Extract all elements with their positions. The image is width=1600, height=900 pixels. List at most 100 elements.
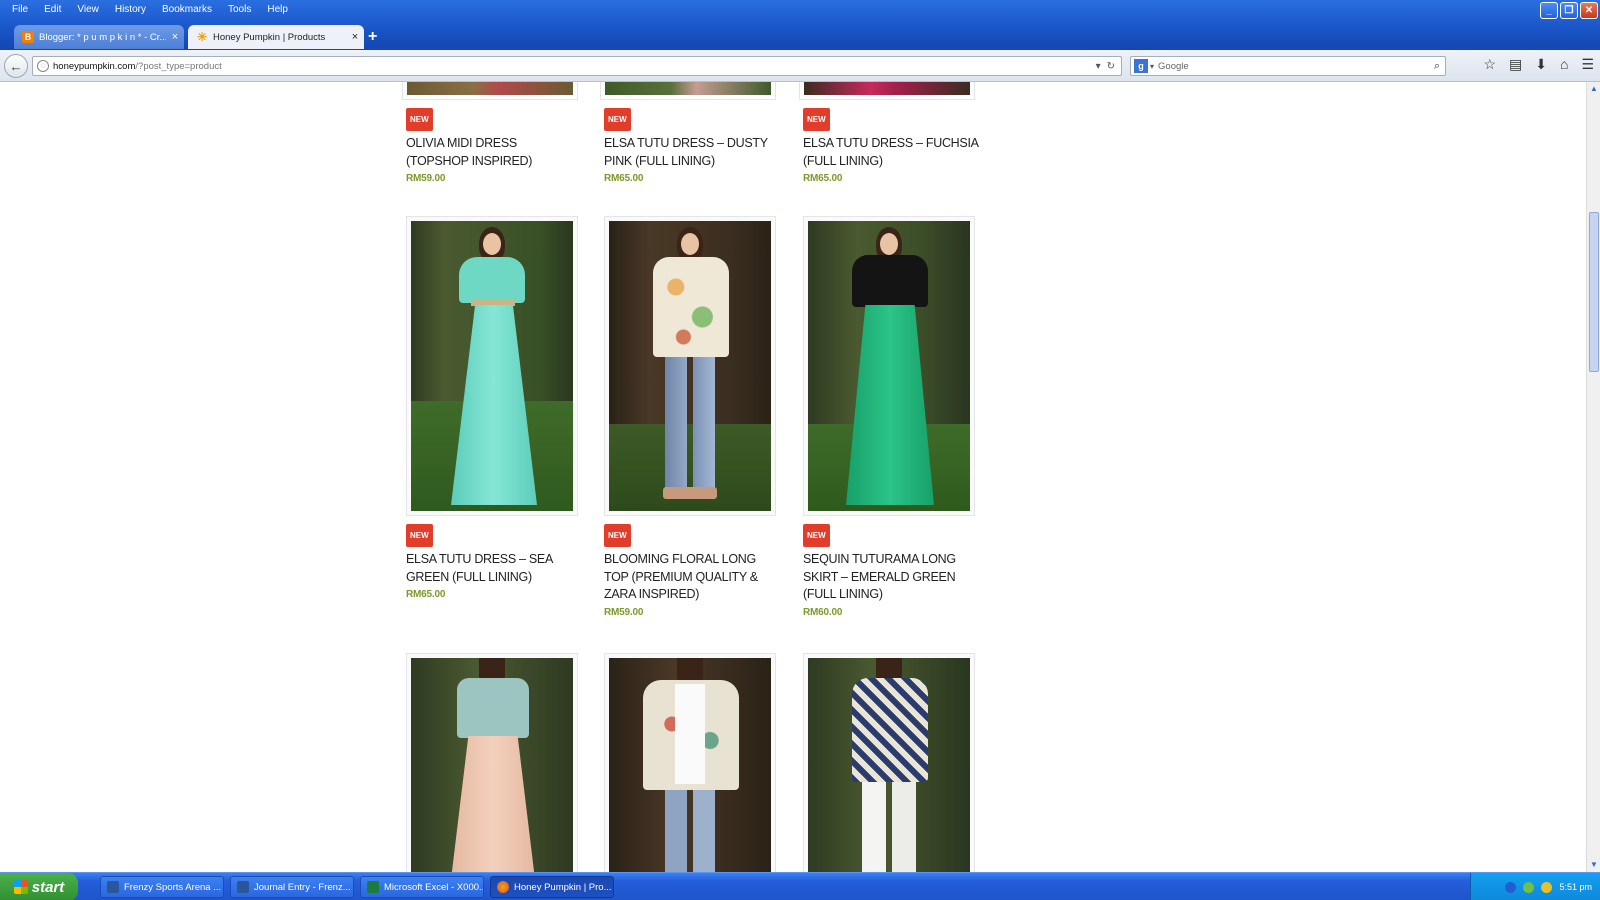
home-icon[interactable]: ⌂ xyxy=(1560,56,1568,73)
menu-tools[interactable]: Tools xyxy=(220,2,259,18)
navigation-toolbar: ← ◌ honeypumpkin.com/?post_type=product … xyxy=(0,50,1600,82)
product-photo-emerald-skirt[interactable] xyxy=(808,221,970,511)
taskbar-item-journal[interactable]: Journal Entry - Frenz... xyxy=(230,876,354,898)
tab-title: Blogger: * p u m p k i n * - Cr... xyxy=(39,31,166,43)
product-photo-printed-blouse[interactable] xyxy=(808,658,970,872)
network-icon[interactable] xyxy=(1505,881,1517,893)
product-image-frame[interactable] xyxy=(406,653,578,872)
product-title[interactable]: SEQUIN TUTURAMA LONG SKIRT – EMERALD GRE… xyxy=(803,551,978,604)
menu-bookmarks[interactable]: Bookmarks xyxy=(154,2,220,18)
menu-view[interactable]: View xyxy=(69,2,107,18)
hamburger-menu-icon[interactable]: ☰ xyxy=(1581,56,1594,73)
vertical-scrollbar[interactable]: ▲ ▼ xyxy=(1586,82,1600,872)
task-label: Frenzy Sports Arena ... xyxy=(124,881,222,893)
product-image-partial[interactable] xyxy=(799,82,975,100)
product-card[interactable]: NEW ELSA TUTU DRESS – DUSTY PINK (FULL L… xyxy=(604,100,779,184)
window-controls: _ ❐ ✕ xyxy=(1540,2,1598,19)
product-card[interactable]: NEW ELSA TUTU DRESS – FUCHSIA (FULL LINI… xyxy=(803,100,978,184)
product-price: RM65.00 xyxy=(803,173,843,184)
star-icon[interactable]: ☆ xyxy=(1483,56,1496,73)
globe-icon: ◌ xyxy=(37,60,49,72)
address-bar[interactable]: ◌ honeypumpkin.com/?post_type=product ▾ … xyxy=(32,56,1122,76)
menu-history[interactable]: History xyxy=(107,2,154,18)
product-title[interactable]: OLIVIA MIDI DRESS (TOPSHOP INSPIRED) xyxy=(406,135,581,170)
new-badge: NEW xyxy=(604,524,631,547)
product-image-frame[interactable] xyxy=(803,653,975,872)
product-title[interactable]: ELSA TUTU DRESS – FUCHSIA (FULL LINING) xyxy=(803,135,978,170)
scroll-down-icon[interactable]: ▼ xyxy=(1587,858,1600,872)
new-badge: NEW xyxy=(803,108,830,131)
browser-titlebar: File Edit View History Bookmarks Tools H… xyxy=(0,0,1600,50)
product-photo-sea-green-dress[interactable] xyxy=(411,221,573,511)
product-photo-peach-skirt[interactable] xyxy=(411,658,573,872)
product-title[interactable]: ELSA TUTU DRESS – SEA GREEN (FULL LINING… xyxy=(406,551,581,586)
product-image-frame[interactable] xyxy=(604,653,776,872)
taskbar-item-excel[interactable]: Microsoft Excel - X000... xyxy=(360,876,484,898)
scroll-up-icon[interactable]: ▲ xyxy=(1587,82,1600,96)
tab-title: Honey Pumpkin | Products xyxy=(213,31,326,43)
url-text[interactable]: honeypumpkin.com/?post_type=product xyxy=(53,61,1096,72)
back-arrow-icon[interactable]: ← xyxy=(4,54,28,78)
product-image-frame[interactable] xyxy=(604,216,776,516)
document-icon xyxy=(107,881,119,893)
taskbar-item-firefox[interactable]: Honey Pumpkin | Pro... xyxy=(490,876,614,898)
restore-button[interactable]: ❐ xyxy=(1560,2,1578,19)
start-label: start xyxy=(31,878,65,896)
system-tray: 5:51 pm xyxy=(1470,873,1600,900)
tab-blogger[interactable]: B Blogger: * p u m p k i n * - Cr... × xyxy=(14,25,184,49)
product-image-partial[interactable] xyxy=(402,82,578,100)
firefox-icon xyxy=(497,881,509,893)
product-image-frame[interactable] xyxy=(803,216,975,516)
product-card[interactable]: NEW ELSA TUTU DRESS – SEA GREEN (FULL LI… xyxy=(406,216,581,600)
menu-bar: File Edit View History Bookmarks Tools H… xyxy=(4,2,296,18)
close-tab-icon[interactable]: × xyxy=(166,31,184,43)
taskbar-item-frenzy[interactable]: Frenzy Sports Arena ... xyxy=(100,876,224,898)
reload-icon[interactable]: ↻ xyxy=(1107,61,1115,72)
new-tab-button[interactable]: + xyxy=(368,28,377,46)
windows-logo-icon xyxy=(13,880,28,894)
menu-file[interactable]: File xyxy=(4,2,36,18)
minimize-button[interactable]: _ xyxy=(1540,2,1558,19)
magnifier-icon[interactable]: ⌕ xyxy=(1434,60,1445,73)
close-tab-icon[interactable]: × xyxy=(346,31,364,43)
close-window-button[interactable]: ✕ xyxy=(1580,2,1598,19)
menu-help[interactable]: Help xyxy=(259,2,296,18)
product-card[interactable]: NEW SEQUIN TUTURAMA LONG SKIRT – EMERALD… xyxy=(803,216,978,618)
download-icon[interactable]: ⬇ xyxy=(1535,56,1547,73)
page-viewport: NEW OLIVIA MIDI DRESS (TOPSHOP INSPIRED)… xyxy=(0,82,1586,872)
scrollbar-thumb[interactable] xyxy=(1589,212,1599,372)
volume-icon[interactable] xyxy=(1541,881,1553,893)
clipboard-icon[interactable]: ▤ xyxy=(1509,56,1522,73)
new-badge: NEW xyxy=(604,108,631,131)
clock[interactable]: 5:51 pm xyxy=(1559,882,1592,892)
menu-edit[interactable]: Edit xyxy=(36,2,69,18)
search-input[interactable]: Google xyxy=(1154,61,1434,72)
tab-strip: B Blogger: * p u m p k i n * - Cr... × ✳… xyxy=(0,22,1600,50)
product-photo-floral-top[interactable] xyxy=(609,221,771,511)
product-title[interactable]: ELSA TUTU DRESS – DUSTY PINK (FULL LININ… xyxy=(604,135,779,170)
new-badge: NEW xyxy=(406,524,433,547)
antivirus-icon[interactable] xyxy=(1523,881,1535,893)
new-badge: NEW xyxy=(803,524,830,547)
product-title[interactable]: BLOOMING FLORAL LONG TOP (PREMIUM QUALIT… xyxy=(604,551,779,604)
google-icon[interactable]: g xyxy=(1134,59,1148,73)
product-price: RM59.00 xyxy=(604,606,644,618)
url-host: honeypumpkin.com xyxy=(53,60,136,72)
tab-honey-pumpkin[interactable]: ✳ Honey Pumpkin | Products × xyxy=(188,25,364,49)
start-button[interactable]: start xyxy=(0,873,78,900)
product-image-partial[interactable] xyxy=(600,82,776,100)
product-price: RM59.00 xyxy=(406,173,446,184)
product-image-frame[interactable] xyxy=(406,216,578,516)
task-label: Microsoft Excel - X000... xyxy=(384,881,484,893)
excel-icon xyxy=(367,881,379,893)
url-path: /?post_type=product xyxy=(135,60,222,72)
blogger-icon: B xyxy=(22,31,34,43)
search-bar[interactable]: g ▾ Google ⌕ xyxy=(1130,56,1446,76)
task-label: Journal Entry - Frenz... xyxy=(254,881,351,893)
product-card[interactable]: NEW OLIVIA MIDI DRESS (TOPSHOP INSPIRED)… xyxy=(406,100,581,184)
product-photo-kimono-cardigan[interactable] xyxy=(609,658,771,872)
product-price: RM65.00 xyxy=(604,173,644,184)
product-card[interactable]: NEW BLOOMING FLORAL LONG TOP (PREMIUM QU… xyxy=(604,216,779,618)
dropdown-arrow-icon[interactable]: ▾ xyxy=(1096,61,1101,72)
toolbar-buttons: ☆ ▤ ⬇ ⌂ ☰ xyxy=(1483,56,1594,73)
